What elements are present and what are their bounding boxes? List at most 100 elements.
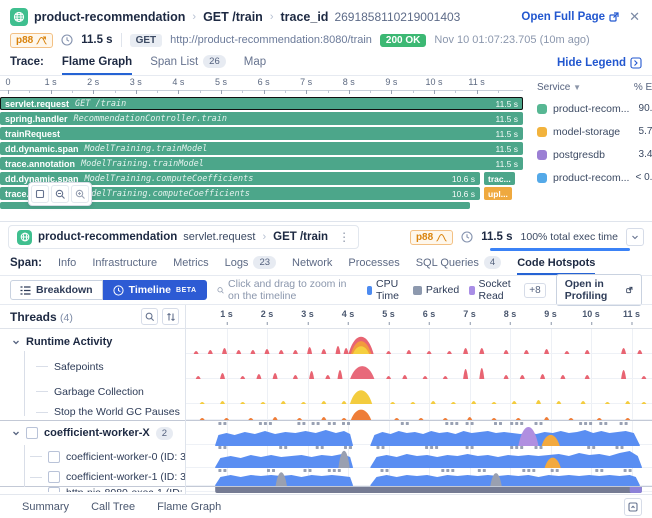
thread-row-safepoints[interactable]: Safepoints [0, 354, 185, 379]
collapse-section-icon[interactable] [626, 228, 644, 246]
chart-safepoints[interactable] [186, 354, 652, 379]
chart-runtime-activity[interactable] [186, 329, 652, 354]
magnifier-icon [145, 312, 155, 322]
hide-legend-link[interactable]: Hide Legend [557, 57, 642, 75]
breadcrumb-service[interactable]: product-recommendation [34, 10, 185, 24]
flame-graph-canvas[interactable]: 01 s2 s3 s4 s5 s6 s7 s8 s9 s10 s11 s ser… [0, 76, 527, 221]
more-legend-badge[interactable]: +8 [524, 283, 545, 298]
span-count-badge: 26 [203, 55, 226, 68]
tab-network[interactable]: Network [292, 257, 332, 275]
service-color-swatch [537, 104, 547, 114]
flame-span-dd-dynamic-span[interactable]: dd.dynamic.spanModelTraining.trainModel1… [0, 142, 523, 155]
flame-span-spring-handler[interactable]: spring.handlerRecommendationController.t… [0, 112, 523, 125]
exec-time-note: 100% total exec time [521, 231, 618, 243]
span-service: product-recommendation [38, 231, 177, 243]
open-in-profiling-button[interactable]: Open in Profiling [556, 274, 642, 306]
legend-col-exec-time[interactable]: % Exec Time ▼ [634, 82, 652, 93]
legend-row[interactable]: product-recom... 90.8% [537, 97, 652, 120]
threads-sort-button[interactable] [162, 308, 179, 325]
exec-time-progress-bar [490, 248, 630, 251]
thread-checkbox[interactable] [48, 487, 60, 492]
service-color-swatch [537, 127, 547, 137]
span-endpoint: GET /train [273, 231, 328, 243]
span-duration: 11.5 s [481, 231, 512, 243]
flame-span-chip-trace[interactable]: trac... [484, 172, 515, 185]
clock-icon [61, 34, 73, 46]
flame-span-trainrequest[interactable]: trainRequest11.5 s [0, 127, 523, 140]
flame-span-servlet-request[interactable]: servlet.requestGET /train11.5 s [0, 97, 523, 110]
zoom-out-button[interactable] [51, 185, 69, 203]
thread-row-garbage-collection[interactable]: Garbage Collection [0, 379, 185, 404]
chart-stw-gc-pauses[interactable] [186, 404, 652, 420]
service-legend: Service ▼ % Exec Time ▼ product-recom...… [527, 76, 652, 221]
thread-group-runtime-activity[interactable]: Runtime Activity [0, 329, 185, 354]
list-icon [20, 286, 31, 295]
chevron-right-icon: › [261, 231, 267, 243]
legend-row[interactable]: product-recom... < 0.1% [537, 166, 652, 189]
trace-id-value: 2691858110219001403 [334, 10, 460, 24]
selected-span-pill[interactable]: product-recommendation servlet.request ›… [8, 225, 359, 249]
service-icon [17, 230, 32, 245]
chart-garbage-collection[interactable] [186, 379, 652, 404]
breadcrumb-endpoint[interactable]: GET /train [203, 10, 263, 24]
collapse-panel-icon [630, 57, 642, 69]
hotspots-timeline: 1 s2 s3 s4 s5 s6 s7 s8 s9 s10 s11 s [186, 305, 652, 494]
tree-connector [36, 391, 48, 392]
open-full-page-link[interactable]: Open Full Page [521, 11, 619, 23]
tab-sql-queries[interactable]: SQL Queries4 [416, 256, 501, 275]
tab-flame-graph-bottom[interactable]: Flame Graph [157, 501, 221, 513]
tree-connector [24, 351, 25, 416]
chart-worker-0[interactable] [186, 445, 652, 468]
thread-row-worker-0[interactable]: coefficient-worker-0 (ID: 30447) [0, 445, 185, 468]
latency-percentile-badge[interactable]: p88 [410, 230, 453, 245]
reset-zoom-button[interactable] [31, 185, 49, 203]
tab-logs[interactable]: Logs23 [225, 256, 276, 275]
tab-span-list[interactable]: Span List26 [150, 55, 226, 75]
bottom-tabs: Summary Call Tree Flame Graph [0, 494, 652, 518]
trace-duration: 11.5 s [81, 34, 112, 46]
breakdown-button[interactable]: Breakdown [10, 280, 103, 300]
tab-metrics[interactable]: Metrics [173, 257, 208, 275]
chart-worker-1[interactable] [186, 468, 652, 486]
tab-code-hotspots[interactable]: Code Hotspots [517, 257, 595, 275]
zoom-in-button[interactable] [71, 185, 89, 203]
chart-worker-x[interactable] [186, 420, 652, 445]
tab-map[interactable]: Map [244, 56, 266, 75]
legend-row[interactable]: model-storage 5.74% [537, 120, 652, 143]
tab-info[interactable]: Info [58, 257, 76, 275]
thread-group-checkbox[interactable] [26, 427, 38, 439]
timeline-button[interactable]: Timeline BETA [103, 280, 207, 300]
hotspots-chart-rows [186, 329, 652, 492]
breadcrumb: product-recommendation › GET /train › tr… [10, 6, 642, 28]
chart-http-exec[interactable] [186, 486, 652, 492]
flame-graph-section: 01 s2 s3 s4 s5 s6 s7 s8 s9 s10 s11 s ser… [0, 76, 652, 222]
external-link-icon [609, 12, 619, 22]
tab-summary[interactable]: Summary [22, 501, 69, 513]
http-method-badge: GET [130, 34, 163, 47]
chevron-right-icon: › [191, 11, 197, 23]
request-summary: p88 11.5 s GET http://product-recommenda… [10, 30, 642, 50]
more-options-icon[interactable]: ⋮ [334, 230, 350, 244]
threads-panel: Threads (4) Runtime Activity Safepoints … [0, 305, 186, 494]
tab-flame-graph[interactable]: Flame Graph [62, 56, 132, 75]
flame-span-trace-annotation[interactable]: trace.annotationModelTraining.trainModel… [0, 157, 523, 170]
tab-call-tree[interactable]: Call Tree [91, 501, 135, 513]
worker-count-badge: 2 [156, 427, 173, 440]
chevron-down-icon[interactable] [12, 429, 20, 437]
chevron-down-icon[interactable] [12, 338, 20, 346]
expand-panel-icon[interactable] [624, 498, 642, 516]
thread-checkbox[interactable] [48, 471, 60, 483]
legend-row[interactable]: postgresdb 3.45% [537, 143, 652, 166]
thread-checkbox[interactable] [48, 451, 60, 463]
tab-infrastructure[interactable]: Infrastructure [92, 257, 157, 275]
thread-row-worker-1[interactable]: coefficient-worker-1 (ID: 30448) [0, 468, 185, 486]
flame-span-chip-upload[interactable]: upl... [484, 187, 512, 200]
legend-col-service[interactable]: Service ▼ [537, 82, 581, 93]
latency-percentile-badge[interactable]: p88 [10, 33, 53, 48]
tab-processes[interactable]: Processes [348, 257, 399, 275]
thread-row-http-exec[interactable]: http-nio-8080-exec-1 (ID: 31) [0, 486, 185, 492]
close-icon[interactable]: ✕ [627, 9, 642, 25]
thread-row-stw-gc-pauses[interactable]: Stop the World GC Pauses [0, 404, 185, 420]
threads-search-button[interactable] [141, 308, 158, 325]
thread-group-coefficient-worker[interactable]: coefficient-worker-X 2 [0, 420, 185, 445]
